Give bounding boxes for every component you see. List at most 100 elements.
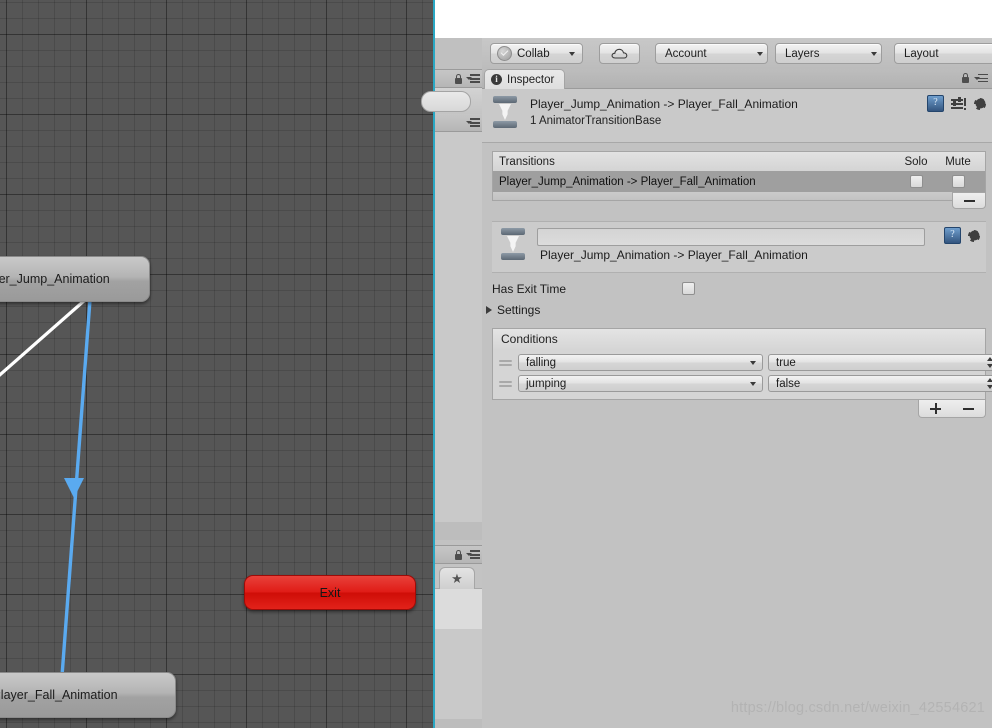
drag-handle-icon-2[interactable] [497, 378, 513, 390]
layout-dropdown[interactable]: Layout [894, 43, 992, 64]
inspector-lock-icon[interactable] [961, 73, 970, 83]
lock-icon-2[interactable] [454, 550, 463, 560]
add-condition-button[interactable] [930, 403, 941, 414]
layers-dropdown[interactable]: Layers [775, 43, 882, 64]
transition-name-input[interactable] [537, 228, 925, 246]
lock-icon[interactable] [454, 74, 463, 84]
preset-icon[interactable] [951, 97, 966, 110]
transition-row-name: Player_Jump_Animation -> Player_Fall_Ani… [499, 176, 756, 188]
collapsed-panel-animator-header [435, 70, 482, 88]
table-row[interactable]: Player_Jump_Animation -> Player_Fall_Ani… [492, 171, 986, 192]
inspector-menu-icon[interactable] [974, 74, 988, 83]
inspector-object-subtitle: 1 AnimatorTransitionBase [530, 113, 798, 130]
inspector-object-header: Player_Jump_Animation -> Player_Fall_Ani… [482, 89, 992, 143]
collapsed-panel-project[interactable]: ★ [435, 545, 482, 728]
help-book-icon[interactable]: ? [927, 95, 944, 112]
account-button[interactable]: Account [655, 43, 768, 64]
inspector-body: Player_Jump_Animation -> Player_Fall_Ani… [482, 89, 992, 728]
has-exit-time-checkbox[interactable] [682, 282, 695, 295]
condition-value-dropdown-1[interactable]: false [768, 375, 992, 392]
transitions-list: Transitions Solo Mute Player_Jump_Animat… [492, 151, 986, 215]
collapsed-panel-project-body [435, 588, 482, 629]
inspector-object-title: Player_Jump_Animation -> Player_Fall_Ani… [530, 95, 798, 113]
condition-parameter-label-0: falling [526, 357, 556, 369]
transitions-col-solo: Solo [895, 156, 937, 168]
collapsed-panel-animator[interactable] [435, 69, 482, 540]
remove-condition-button[interactable] [963, 408, 974, 410]
chevron-down-icon-3 [871, 52, 877, 56]
layout-label: Layout [904, 48, 939, 60]
remove-transition-button[interactable] [952, 192, 986, 209]
inspector-tabbar: i Inspector [482, 69, 992, 89]
toolbar-top-blank [482, 0, 992, 38]
account-label: Account [665, 48, 707, 60]
cloud-icon [611, 48, 628, 59]
chevron-down-icon-2 [757, 52, 763, 56]
collapsed-panel-secondary-header [435, 114, 482, 132]
transition-icon-2 [498, 227, 528, 261]
chevron-down-icon [569, 52, 575, 56]
condition-row-0: falling true [497, 352, 981, 373]
condition-parameter-dropdown-1[interactable]: jumping [518, 375, 763, 392]
animator-exit-node[interactable]: Exit [244, 575, 416, 610]
collapsed-panel-animator-body [435, 132, 482, 522]
transitions-list-footer [492, 192, 986, 215]
tab-inspector-label: Inspector [507, 74, 554, 86]
tab-inspector[interactable]: i Inspector [484, 69, 565, 89]
has-exit-time-label: Has Exit Time [492, 282, 682, 296]
conditions-add-remove-buttons [918, 400, 986, 418]
transitions-col-mute: Mute [937, 156, 979, 168]
mute-checkbox[interactable] [952, 175, 965, 188]
has-exit-time-row: Has Exit Time [482, 278, 992, 299]
animator-state-node-fall[interactable]: Player_Fall_Animation [0, 672, 176, 718]
animator-state-node-jump[interactable]: Player_Jump_Animation [0, 256, 150, 302]
strip-top-blank [435, 0, 482, 38]
condition-value-dropdown-0[interactable]: true [768, 354, 992, 371]
conditions-header: Conditions [492, 328, 986, 349]
chevron-down-icon-6 [750, 382, 756, 386]
solo-checkbox[interactable] [910, 175, 923, 188]
unity-editor-window: Player_Jump_Animation Player_Fall_Animat… [0, 0, 992, 728]
animator-graph-canvas[interactable]: Player_Jump_Animation Player_Fall_Animat… [0, 0, 434, 728]
animator-exit-node-label: Exit [320, 586, 341, 600]
collapsed-tab-pill[interactable] [421, 91, 471, 112]
panel-menu-icon-3[interactable] [466, 550, 480, 559]
cloud-button[interactable] [599, 43, 640, 64]
condition-parameter-dropdown-0[interactable]: falling [518, 354, 763, 371]
star-icon: ★ [451, 572, 463, 585]
drag-handle-icon[interactable] [497, 357, 513, 369]
chevron-right-icon [486, 306, 492, 314]
conditions-header-label: Conditions [501, 332, 558, 346]
collapsed-panel-strip: ★ [435, 0, 482, 728]
transitions-header-label: Transitions [499, 156, 555, 168]
gear-icon[interactable] [973, 97, 987, 111]
help-book-icon-2[interactable]: ? [944, 227, 961, 244]
object-field-actions: ? [944, 227, 981, 244]
animator-state-node-fall-label: Player_Fall_Animation [0, 688, 118, 702]
conditions-body: falling true jumping [492, 349, 986, 400]
minus-icon [964, 200, 975, 202]
transition-object-field-caption: Player_Jump_Animation -> Player_Fall_Ani… [540, 248, 808, 262]
gear-icon-2[interactable] [967, 229, 981, 243]
animator-state-node-jump-label: Player_Jump_Animation [0, 272, 110, 286]
chevron-down-icon-5 [750, 361, 756, 365]
settings-foldout[interactable]: Settings [482, 299, 992, 320]
favorites-tab-row[interactable]: ★ [435, 564, 482, 588]
transitions-list-header: Transitions Solo Mute [492, 151, 986, 171]
layers-label: Layers [785, 48, 820, 60]
conditions-footer [492, 400, 986, 422]
main-toolbar: Collab Account Layers Layout [482, 38, 992, 70]
collab-button[interactable]: Collab [490, 43, 583, 64]
settings-label: Settings [497, 303, 540, 317]
conditions-section: Conditions falling true [492, 328, 986, 400]
condition-row-1: jumping false [497, 373, 981, 394]
condition-parameter-label-1: jumping [526, 378, 566, 390]
inspector-tabbar-actions [961, 73, 988, 83]
stepper-icon-1 [987, 378, 992, 389]
inspector-panel: i Inspector Player_Jump_Animation -> [482, 69, 992, 728]
panel-menu-icon-2[interactable] [466, 118, 480, 127]
collapsed-panel-animator-tab[interactable] [435, 88, 482, 114]
favorites-tab[interactable]: ★ [439, 567, 475, 589]
collab-label: Collab [517, 48, 550, 60]
panel-menu-icon[interactable] [466, 74, 480, 83]
